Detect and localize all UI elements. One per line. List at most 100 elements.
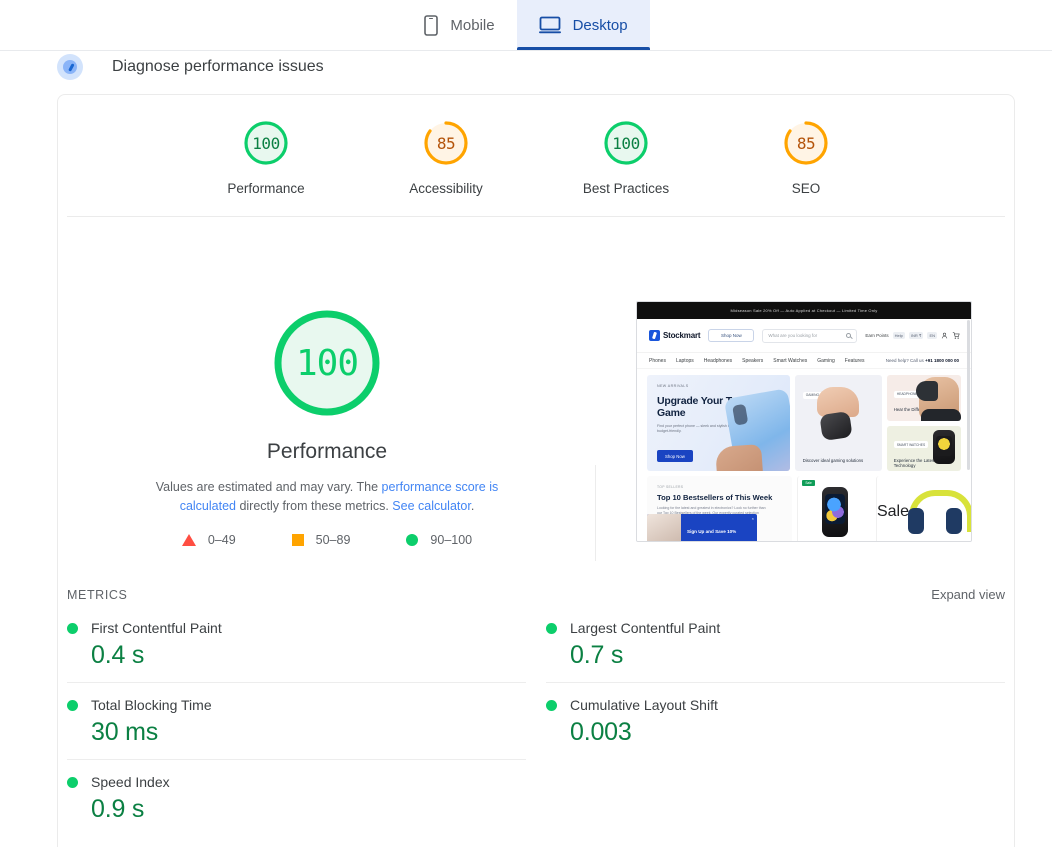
metric-name: Speed Index xyxy=(91,774,170,790)
metric-value: 30 ms xyxy=(91,718,159,746)
gauge-ring-performance: 100 xyxy=(241,118,291,168)
metric-name: First Contentful Paint xyxy=(91,620,222,636)
headphones-product-image xyxy=(908,490,971,534)
metric-cumulative-layout-shift[interactable]: Cumulative Layout Shift 0.003 xyxy=(546,682,1005,759)
tab-mobile-label: Mobile xyxy=(450,16,495,34)
metric-value: 0.7 s xyxy=(570,641,624,669)
user-icon xyxy=(941,332,948,339)
site-header: Stockmart Shop Now What are you looking … xyxy=(637,319,971,353)
metric-total-blocking-time[interactable]: Total Blocking Time 30 ms xyxy=(67,682,526,759)
triangle-icon xyxy=(181,534,196,546)
mobile-icon xyxy=(424,14,439,36)
site-search-input: What are you looking for xyxy=(762,328,858,343)
search-icon xyxy=(846,333,852,338)
gauge-score-best-practices: 100 xyxy=(612,133,640,153)
device-tabs: Mobile Desktop xyxy=(0,0,1052,51)
headphone-cup-left xyxy=(908,508,924,534)
gauge-accessibility[interactable]: 85 Accessibility xyxy=(386,118,506,196)
big-gauge-score: 100 xyxy=(295,342,359,384)
metrics-header: METRICS Expand view xyxy=(58,587,1014,602)
score-explanation-part2: directly from these metrics. xyxy=(235,499,393,513)
tab-active-underline xyxy=(516,47,650,50)
phone-product-image xyxy=(723,388,790,471)
status-dot-icon xyxy=(546,622,557,634)
site-bestsellers-title: Top 10 Bestsellers of This Week xyxy=(657,493,773,502)
metric-name: Total Blocking Time xyxy=(91,697,212,713)
site-signup-popup: Sign Up and Save 10% × xyxy=(647,514,757,541)
pagespeed-report: Mobile Desktop Diagnose performance issu… xyxy=(0,0,1052,847)
site-hero-banner: NEW ARRIVALS Upgrade Your Tech Game Find… xyxy=(647,375,790,471)
status-dot-icon xyxy=(546,699,557,711)
report-card: 100 Performance 85 Accessibility 100 Bes… xyxy=(57,94,1015,847)
desktop-icon xyxy=(538,16,561,34)
metric-name: Cumulative Layout Shift xyxy=(570,697,718,713)
gauge-performance[interactable]: 100 Performance xyxy=(206,118,326,196)
big-score-panel: 100 Performance Values are estimated and… xyxy=(58,217,596,567)
legend-range-medium: 50–89 xyxy=(315,533,351,547)
site-card-watch: SMART WATCHES Experience the Latest Tech… xyxy=(886,425,961,471)
gauge-label-performance: Performance xyxy=(227,181,305,196)
metric-name: Largest Contentful Paint xyxy=(570,620,721,636)
popup-image xyxy=(647,514,681,541)
tab-desktop[interactable]: Desktop xyxy=(516,0,650,50)
expand-view-button[interactable]: Expand view xyxy=(931,587,1005,602)
site-hero-subtitle: Find your perfect phone — sleek and styl… xyxy=(657,424,731,433)
big-gauge-ring: 100 xyxy=(270,306,384,420)
logo-mark-icon xyxy=(649,330,660,341)
site-bestsellers-eyebrow: TOP SELLERS xyxy=(657,485,684,489)
gauge-label-seo: SEO xyxy=(791,181,821,196)
gauge-best-practices[interactable]: 100 Best Practices xyxy=(566,118,686,196)
site-brand: Stockmart xyxy=(663,331,701,340)
gauge-score-accessibility: 85 xyxy=(436,133,456,153)
status-dot-icon xyxy=(67,699,78,711)
diagnose-label: Diagnose performance issues xyxy=(112,58,324,75)
site-header-actions: Earn Points Help INR ₹ EN xyxy=(865,332,960,339)
site-logo: Stockmart xyxy=(649,330,701,341)
metric-speed-index[interactable]: Speed Index 0.9 s xyxy=(67,759,526,836)
site-card-audio: HEADPHONES Hear the Difference xyxy=(886,375,961,421)
metrics-title: METRICS xyxy=(67,587,128,602)
site-card-gaming: GAMING Discover ideal gaming solutions xyxy=(794,375,882,471)
site-card-watch-tag: SMART WATCHES xyxy=(893,441,929,448)
metric-value: 0.9 s xyxy=(91,795,145,823)
score-legend: 0–49 50–89 90–100 xyxy=(181,533,472,547)
site-bestsellers-panel: TOP SELLERS Top 10 Bestsellers of This W… xyxy=(647,476,793,541)
score-explanation-part1: Values are estimated and may vary. The xyxy=(155,480,382,494)
site-earn-points: Earn Points xyxy=(865,333,889,338)
circle-icon xyxy=(406,534,419,546)
square-icon xyxy=(291,534,304,546)
score-explanation-part3: . xyxy=(470,499,475,513)
page-screenshot[interactable]: Midseason Sale 20% Off — Auto Applied at… xyxy=(636,301,972,542)
gauge-seo[interactable]: 85 SEO xyxy=(746,118,866,196)
site-nav-item-smart-watches: Smart Watches xyxy=(773,357,808,364)
see-calculator-link[interactable]: See calculator xyxy=(392,499,471,513)
site-nav-item-laptops: Laptops xyxy=(675,357,694,364)
site-nav: Phones Laptops Headphones Speakers Smart… xyxy=(637,353,971,369)
cart-icon xyxy=(952,332,960,339)
metric-value: 0.4 s xyxy=(91,641,145,669)
legend-range-high: 90–100 xyxy=(430,533,473,547)
metrics-grid: First Contentful Paint 0.4 s Largest Con… xyxy=(58,610,1014,836)
site-currency: INR ₹ xyxy=(908,332,924,339)
site-product-watch-badge: Sale xyxy=(802,480,815,486)
gauge-ring-accessibility: 85 xyxy=(421,118,471,168)
gamepad-image xyxy=(819,411,853,442)
hero-divider xyxy=(595,465,596,561)
smartwatch-image xyxy=(933,429,955,464)
site-shop-pill: Shop Now xyxy=(708,329,755,342)
person-headphones-image xyxy=(916,377,961,421)
site-card-column: HEADPHONES Hear the Difference SMART WAT… xyxy=(886,375,961,471)
tab-mobile[interactable]: Mobile xyxy=(402,0,516,50)
legend-item-high: 90–100 xyxy=(406,533,472,547)
category-gauges: 100 Performance 85 Accessibility 100 Bes… xyxy=(58,95,1014,196)
metric-largest-contentful-paint[interactable]: Largest Contentful Paint 0.7 s xyxy=(546,610,1005,682)
status-dot-icon xyxy=(67,776,78,788)
big-gauge-label: Performance xyxy=(266,440,388,463)
tab-desktop-label: Desktop xyxy=(572,16,628,34)
metric-first-contentful-paint[interactable]: First Contentful Paint 0.4 s xyxy=(67,610,526,682)
site-nav-item-gaming: Gaming xyxy=(817,357,835,364)
performance-hero: 100 Performance Values are estimated and… xyxy=(58,217,1014,567)
gauge-ring-best-practices: 100 xyxy=(601,118,651,168)
legend-range-low: 0–49 xyxy=(207,533,236,547)
site-help: Help xyxy=(892,332,905,339)
